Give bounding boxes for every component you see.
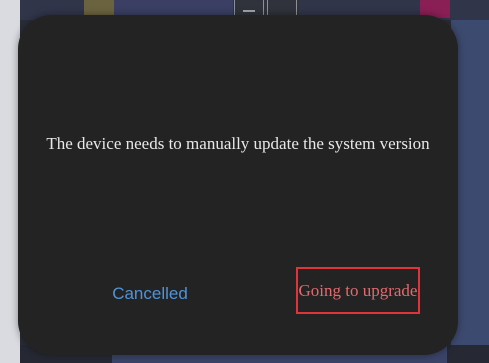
dialog-message: The device needs to manually update the … (46, 134, 430, 153)
update-dialog: The device needs to manually update the … (18, 15, 458, 355)
minimize-icon (243, 10, 255, 12)
background-left-panel (0, 0, 20, 363)
cancel-button[interactable]: Cancelled (95, 279, 205, 307)
upgrade-button[interactable]: Going to upgrade (296, 267, 420, 314)
background-maximize-button (267, 0, 297, 16)
background-minimize-button (234, 0, 264, 16)
